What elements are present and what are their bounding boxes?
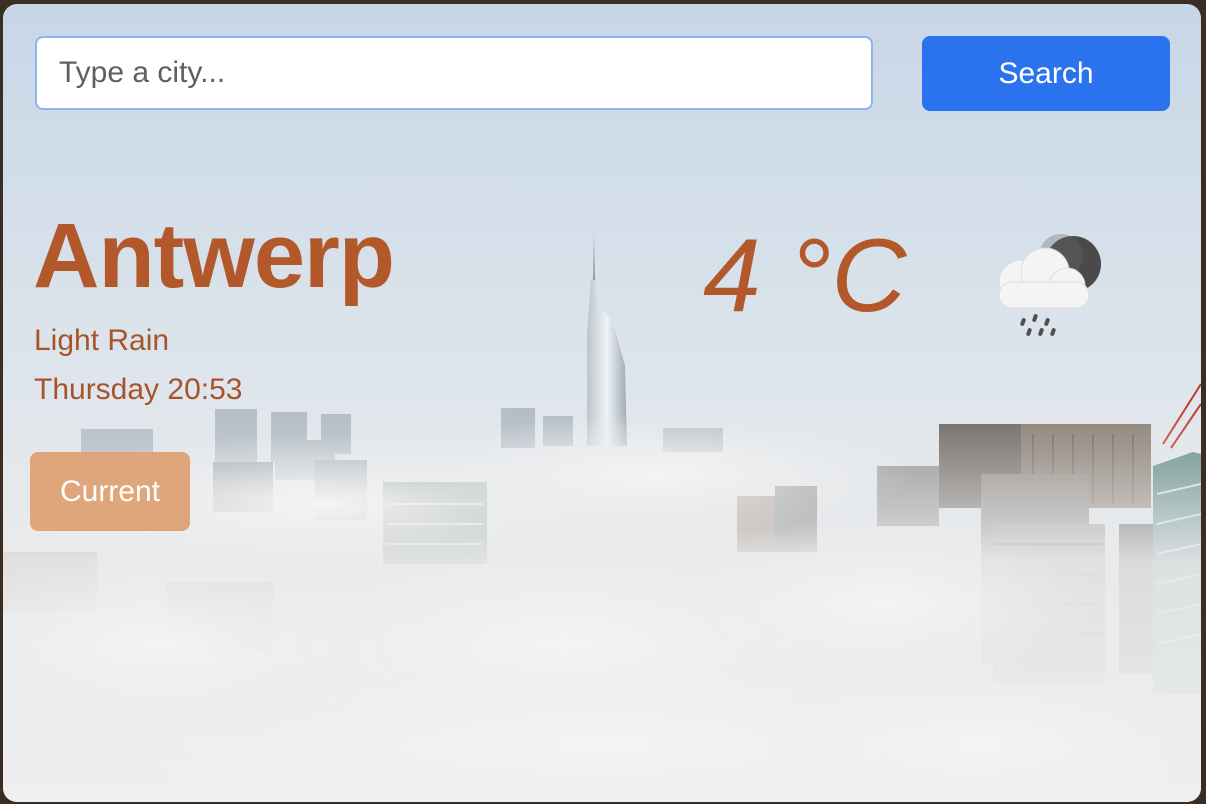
rain-cloud-night-icon (998, 234, 1101, 336)
search-button[interactable]: Search (922, 36, 1170, 111)
weather-card: Search Antwerp Light Rain Thursday 20:53… (3, 4, 1201, 802)
temperature: 4 °C (703, 218, 907, 334)
weather-condition: Light Rain (34, 324, 170, 357)
city-name: Antwerp (33, 205, 395, 307)
city-search-input[interactable] (35, 36, 873, 110)
current-location-button[interactable]: Current (30, 452, 190, 531)
weather-datetime: Thursday 20:53 (34, 373, 243, 406)
